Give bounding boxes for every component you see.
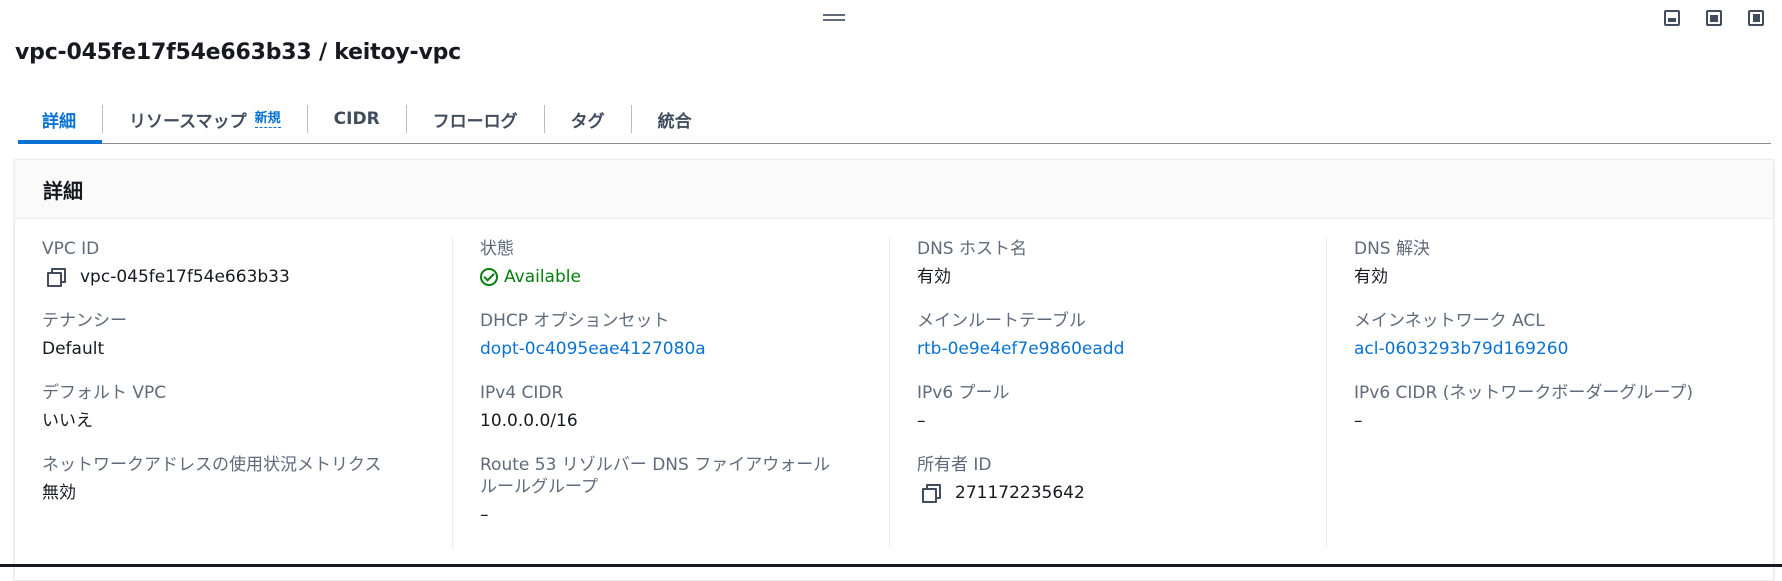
copy-icon[interactable]	[921, 483, 941, 503]
field-value: 有効	[917, 267, 951, 287]
field-owner-id: 所有者 ID 271172235642	[917, 454, 1326, 504]
vpc-id-value: vpc-045fe17f54e663b33	[80, 267, 290, 287]
field-label: デフォルト VPC	[42, 383, 167, 403]
tab-resource-map[interactable]: リソースマップ 新規	[103, 95, 307, 143]
field-vpc-id: VPC ID vpc-045fe17f54e663b33	[42, 238, 452, 288]
field-label: Route 53 リゾルバー DNS ファイアウォールルールグループ	[480, 455, 831, 497]
details-column-3: DNS ホスト名 有効 メインルートテーブル rtb-0e9e4ef7e9860…	[889, 238, 1326, 548]
details-column-1: VPC ID vpc-045fe17f54e663b33 テナンシー Defau…	[15, 238, 452, 548]
page-title: vpc-045fe17f54e663b33 / keitoy-vpc	[15, 40, 461, 65]
tab-integrations[interactable]: 統合	[632, 95, 718, 143]
drag-handle[interactable]	[823, 14, 845, 22]
panel-title: 詳細	[15, 160, 1773, 219]
check-circle-icon	[480, 268, 498, 286]
route-table-link[interactable]: rtb-0e9e4ef7e9860eadd	[917, 338, 1326, 360]
tab-label: 統合	[657, 111, 692, 132]
field-default-vpc: デフォルト VPC いいえ	[42, 382, 452, 432]
field-nau-metrics: ネットワークアドレスの使用状況メトリクス 無効	[42, 454, 452, 504]
field-label: IPv6 CIDR (ネットワークボーダーグループ)	[1354, 383, 1693, 403]
tab-details[interactable]: 詳細	[18, 95, 102, 144]
field-route53-firewall: Route 53 リゾルバー DNS ファイアウォールルールグループ –	[480, 454, 889, 526]
field-dns-hostnames: DNS ホスト名 有効	[917, 238, 1326, 288]
details-column-2: 状態 Available DHCP オプションセット dopt-0c4095ea…	[452, 238, 889, 548]
tab-label: リソースマップ	[129, 111, 247, 132]
field-label: VPC ID	[42, 239, 100, 259]
field-dhcp-options: DHCP オプションセット dopt-0c4095eae4127080a	[480, 310, 889, 360]
field-value: Default	[42, 339, 105, 359]
field-label: IPv4 CIDR	[480, 383, 564, 403]
field-ipv6-pool: IPv6 プール –	[917, 382, 1326, 432]
field-tenancy: テナンシー Default	[42, 310, 452, 360]
details-column-4: DNS 解決 有効 メインネットワーク ACL acl-0603293b79d1…	[1326, 238, 1763, 548]
field-label: DNS 解決	[1354, 239, 1431, 259]
field-main-network-acl: メインネットワーク ACL acl-0603293b79d169260	[1354, 310, 1763, 360]
details-grid: VPC ID vpc-045fe17f54e663b33 テナンシー Defau…	[15, 238, 1773, 548]
dock-bottom-icon[interactable]	[1664, 10, 1680, 26]
dhcp-options-link[interactable]: dopt-0c4095eae4127080a	[480, 338, 889, 360]
dock-side-icon[interactable]	[1748, 10, 1764, 26]
field-value: –	[480, 505, 489, 525]
field-value: 有効	[1354, 267, 1388, 287]
status-indicator: Available	[480, 266, 889, 288]
panel-layout-controls	[1664, 10, 1764, 26]
field-value: –	[917, 411, 926, 431]
field-label: テナンシー	[42, 311, 127, 331]
field-label: メインネットワーク ACL	[1354, 311, 1545, 331]
tab-label: CIDR	[333, 109, 380, 129]
field-value: 10.0.0.0/16	[480, 411, 578, 431]
network-acl-link[interactable]: acl-0603293b79d169260	[1354, 338, 1763, 360]
field-ipv4-cidr: IPv4 CIDR 10.0.0.0/16	[480, 382, 889, 432]
field-label: 状態	[480, 239, 514, 259]
field-state: 状態 Available	[480, 238, 889, 288]
tab-label: 詳細	[42, 111, 76, 132]
details-panel: 詳細 VPC ID vpc-045fe17f54e663b33 テナンシー De…	[14, 159, 1774, 581]
tab-bar: 詳細 リソースマップ 新規 CIDR フローログ タグ 統合	[18, 95, 1771, 144]
field-label: IPv6 プール	[917, 383, 1010, 403]
field-label: メインルートテーブル	[917, 311, 1086, 331]
copy-icon[interactable]	[46, 267, 66, 287]
field-ipv6-cidr: IPv6 CIDR (ネットワークボーダーグループ) –	[1354, 382, 1763, 432]
new-badge[interactable]: 新規	[254, 111, 281, 128]
status-text: Available	[504, 267, 581, 287]
field-label: 所有者 ID	[917, 455, 992, 475]
tab-tags[interactable]: タグ	[545, 95, 631, 143]
field-value: 無効	[42, 483, 76, 503]
field-label: DNS ホスト名	[917, 239, 1028, 259]
tab-flow-logs[interactable]: フローログ	[407, 95, 544, 143]
field-main-route-table: メインルートテーブル rtb-0e9e4ef7e9860eadd	[917, 310, 1326, 360]
tab-cidr[interactable]: CIDR	[308, 95, 406, 143]
owner-id-value: 271172235642	[955, 483, 1085, 503]
field-value: 271172235642	[917, 482, 1326, 504]
field-label: DHCP オプションセット	[480, 311, 670, 331]
tab-label: フローログ	[432, 111, 518, 132]
tab-label: タグ	[570, 111, 605, 132]
field-value: いいえ	[42, 411, 93, 431]
field-value: vpc-045fe17f54e663b33	[42, 266, 452, 288]
field-label: ネットワークアドレスの使用状況メトリクス	[42, 455, 382, 475]
field-value: –	[1354, 411, 1363, 431]
field-dns-resolution: DNS 解決 有効	[1354, 238, 1763, 288]
split-panel-icon[interactable]	[1706, 10, 1722, 26]
